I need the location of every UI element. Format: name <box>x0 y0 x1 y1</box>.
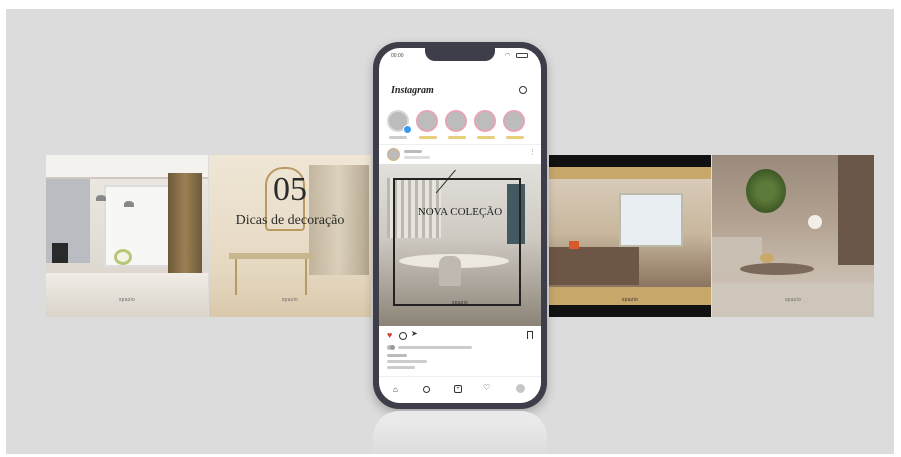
post-avatar[interactable] <box>387 148 400 161</box>
caption-line <box>387 360 427 363</box>
frame-overlay <box>393 178 521 306</box>
living-room-photo-tile[interactable]: spazio <box>712 155 874 317</box>
caption-line <box>387 366 415 369</box>
phone-notch <box>425 48 495 61</box>
bed <box>549 247 639 285</box>
post-image[interactable]: NOVA COLEÇÃO spazio <box>379 164 541 326</box>
wall-panel <box>838 155 874 265</box>
orchid-plant <box>114 249 132 265</box>
more-options-icon[interactable]: ⋮ <box>529 148 536 156</box>
profile-avatar[interactable] <box>516 384 525 393</box>
bedroom-post-tile[interactable]: spazio <box>549 155 711 317</box>
story-item[interactable] <box>474 110 496 132</box>
add-post-icon[interactable]: + <box>454 385 462 393</box>
console-table <box>229 253 313 259</box>
pendant-lamp <box>96 195 106 201</box>
brand-logo: spazio <box>118 297 136 303</box>
bookmark-icon[interactable] <box>527 331 533 339</box>
heart-icon[interactable]: ♥ <box>387 331 392 340</box>
coffee-table <box>740 263 814 275</box>
messenger-icon[interactable] <box>519 86 527 94</box>
phone-reflection <box>373 411 547 454</box>
search-icon[interactable] <box>423 386 430 393</box>
console-leg <box>305 259 307 295</box>
curtain <box>168 173 202 285</box>
phone-mockup: 00:00 ◠ Instagram ⋮ NOVA COLEÇÃO spazio … <box>373 42 547 409</box>
story-item[interactable] <box>503 110 525 132</box>
wifi-icon: ◠ <box>505 53 511 59</box>
home-icon[interactable]: ⌂ <box>393 385 398 394</box>
kitchen-photo-tile[interactable]: spazio <box>46 155 208 317</box>
comment-icon[interactable] <box>399 332 407 340</box>
story-name <box>419 136 437 139</box>
instagram-logo: Instagram <box>391 85 434 96</box>
palm-plant <box>746 169 786 213</box>
divider <box>379 144 541 145</box>
collection-title: NOVA COLEÇÃO <box>417 206 503 218</box>
brand-logo: spazio <box>451 300 469 306</box>
story-item[interactable] <box>445 110 467 132</box>
liked-by-avatar <box>390 345 395 350</box>
gold-band <box>549 167 711 179</box>
story-name <box>448 136 466 139</box>
status-time: 00:00 <box>391 53 404 59</box>
likes-text <box>398 346 472 349</box>
brand-logo: spazio <box>784 297 802 303</box>
send-icon[interactable]: ➤ <box>411 329 418 338</box>
lamp-glow <box>569 241 579 249</box>
story-item[interactable] <box>416 110 438 132</box>
oven <box>52 243 68 263</box>
brand-logo: spazio <box>281 297 299 303</box>
pendant-lamp <box>124 201 134 207</box>
post-location <box>404 156 430 159</box>
story-name <box>477 136 495 139</box>
bedroom-window <box>619 193 683 247</box>
caption-line <box>387 354 407 357</box>
story-name <box>389 136 407 139</box>
battery-icon <box>516 53 528 58</box>
orchid-plant <box>808 215 822 229</box>
phone-screen: 00:00 ◠ Instagram ⋮ NOVA COLEÇÃO spazio … <box>379 48 541 403</box>
post-username <box>404 150 422 153</box>
console-leg <box>235 259 237 295</box>
activity-heart-icon[interactable]: ♡ <box>483 383 490 392</box>
tips-number: 05 <box>273 171 307 208</box>
story-name <box>506 136 524 139</box>
bottom-nav: ⌂ + ♡ <box>379 376 541 403</box>
decor-bowl <box>760 253 774 263</box>
tips-post-tile[interactable]: 05 Dicas de decoração spazio <box>209 155 371 317</box>
add-story-icon <box>403 125 412 134</box>
brand-logo: spazio <box>621 297 639 303</box>
tips-caption: Dicas de decoração <box>235 213 345 228</box>
table <box>46 273 208 317</box>
mockup-canvas: spazio 05 Dicas de decoração spazio spaz… <box>6 9 894 454</box>
